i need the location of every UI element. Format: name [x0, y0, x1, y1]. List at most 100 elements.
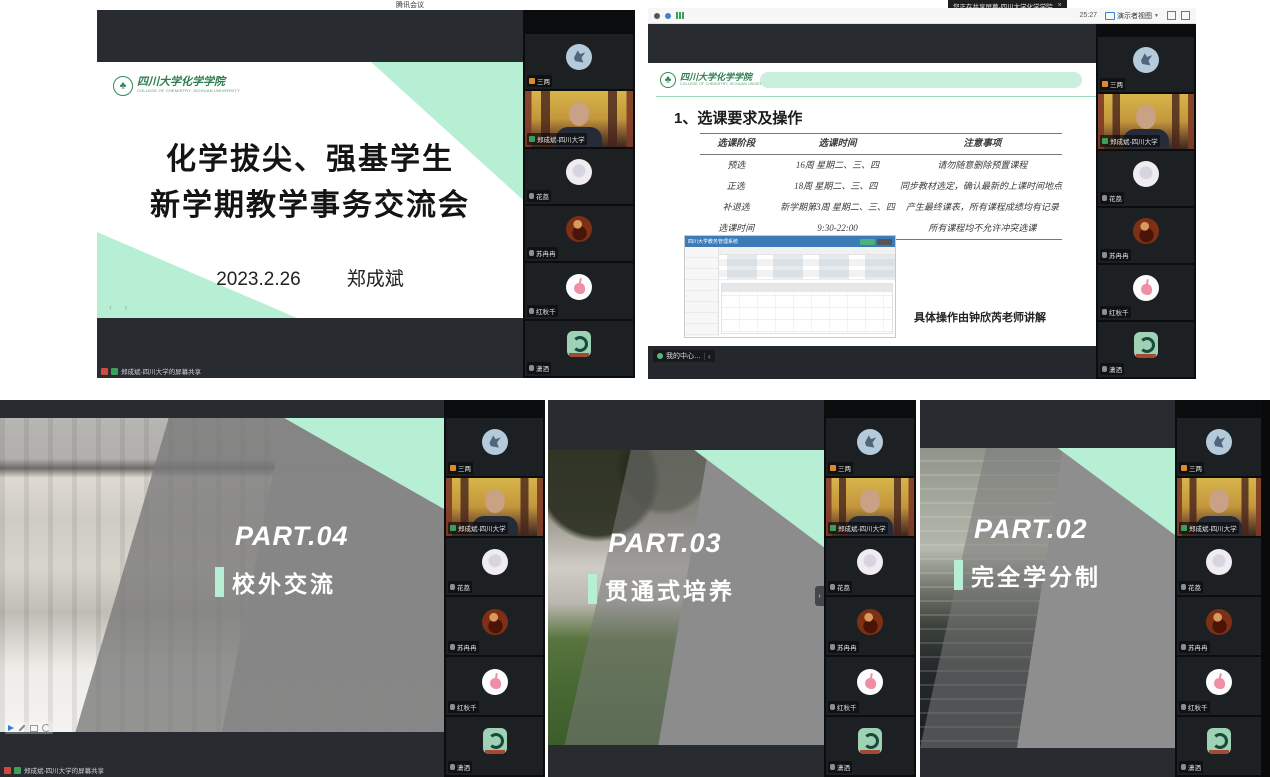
participant-name-tag: 郑成斌-四川大学: [448, 522, 508, 534]
part02-slide: PART.02 完全学分制: [920, 448, 1175, 748]
participant-name-tag: 潇洒: [1100, 363, 1124, 375]
chevron-down-icon: ▼: [1154, 13, 1159, 19]
participant-avatar: [566, 159, 592, 185]
participant-name-tag: 三两: [828, 462, 853, 474]
meeting-center-pill[interactable]: 我的中心… ‹: [653, 350, 715, 362]
participant-tile[interactable]: 郑成斌-四川大学: [446, 478, 543, 536]
participant-name-tag: 花荔: [1179, 581, 1203, 593]
participant-name: 红秋千: [1188, 702, 1208, 712]
slide-title-line1: 化学拔尖、强基学生: [97, 134, 523, 178]
college-name-cn: 四川大学化学学院: [137, 76, 240, 88]
system-dark-button: [877, 239, 892, 245]
participant-tile[interactable]: 花荔: [446, 538, 543, 596]
participant-tile[interactable]: 苏冉冉: [1098, 208, 1194, 263]
participant-tile[interactable]: 潇洒: [826, 717, 914, 775]
system-data-table: [721, 283, 893, 334]
mic-status-icon: [450, 525, 456, 531]
participant-avatar: [566, 274, 592, 300]
pill-divider: [704, 353, 705, 360]
participant-tile[interactable]: 红秋千: [446, 657, 543, 715]
college-emblem-icon: [660, 72, 676, 88]
participant-tile[interactable]: 三两: [525, 34, 633, 89]
participant-tile[interactable]: 红秋千: [1098, 265, 1194, 320]
fullscreen-button[interactable]: [1167, 11, 1176, 20]
participant-tile[interactable]: 苏冉冉: [446, 597, 543, 655]
participant-tile[interactable]: 苏冉冉: [826, 597, 914, 655]
cell-note: 产生最终课表，所有课程成绩均有记录: [903, 197, 1062, 218]
participant-name-tag: 红秋千: [527, 305, 558, 317]
participant-tile[interactable]: 红秋千: [1177, 657, 1261, 715]
record-icon: [101, 368, 108, 375]
participant-name: 郑成斌-四川大学: [1189, 523, 1237, 533]
shape-tool-icon[interactable]: [30, 725, 38, 732]
participant-tile[interactable]: 郑成斌-四川大学: [525, 91, 633, 146]
participant-name-tag: 花荔: [1100, 192, 1124, 204]
mic-status-icon: [450, 644, 455, 650]
chevron-left-icon[interactable]: ‹: [708, 352, 711, 361]
cell-stage: 补退选: [700, 197, 772, 218]
col-header-time: 选课时间: [772, 134, 902, 154]
participant-tile[interactable]: 三两: [1177, 418, 1261, 476]
shield-dot-icon[interactable]: [665, 13, 671, 19]
meeting-panel-part03: PART.03 贯通式培养 › 三两: [548, 400, 916, 777]
window-button[interactable]: [1181, 11, 1190, 20]
undo-tool-icon[interactable]: [42, 724, 50, 732]
page-nav-arrows-icon[interactable]: ‹ ›: [109, 302, 133, 312]
participant-tile[interactable]: 潇洒: [1098, 322, 1194, 377]
participant-tile[interactable]: 红秋千: [525, 263, 633, 318]
mic-status-icon: [529, 365, 534, 371]
participant-tile[interactable]: 郑成斌-四川大学: [826, 478, 914, 536]
participant-tile[interactable]: 三两: [826, 418, 914, 476]
participant-sidebar: 三两 郑成斌-四川大学 花荔 苏冉冉: [824, 400, 916, 777]
meeting-timer: 25:27: [1080, 12, 1098, 19]
participant-avatar: [482, 609, 508, 635]
mic-status-icon: [529, 193, 534, 199]
course-table-header: 选课阶段 选课时间 注意事项: [700, 133, 1062, 155]
annotation-toolbar[interactable]: [5, 722, 53, 734]
participant-sidebar: 三两 郑成斌-四川大学 花荔 苏冉冉: [444, 400, 545, 777]
participant-name: 郑成斌-四川大学: [458, 523, 506, 533]
system-screenshot: 四川大学教务管理系统: [684, 235, 896, 338]
participant-tile[interactable]: 花荔: [1098, 151, 1194, 206]
college-name-en: COLLEGE OF CHEMISTRY, SICHUAN UNIVERSITY: [680, 82, 771, 86]
cursor-tool-icon[interactable]: [8, 725, 14, 731]
participant-tile[interactable]: 郑成斌-四川大学: [1177, 478, 1261, 536]
participant-name-tag: 郑成斌-四川大学: [1100, 135, 1160, 147]
participant-tile[interactable]: 郑成斌-四川大学: [1098, 94, 1194, 149]
part-number: PART.03: [608, 528, 735, 559]
participant-avatar: [857, 669, 883, 695]
presenter-view-button[interactable]: 演示者视图 ▼: [1102, 10, 1162, 22]
record-dot-icon[interactable]: [654, 13, 660, 19]
participant-avatar: [566, 216, 592, 242]
presenter-view-label: 演示者视图: [1117, 11, 1152, 21]
col-header-note: 注意事项: [903, 134, 1062, 154]
part-text-block: PART.03 贯通式培养: [588, 528, 735, 606]
participant-avatar: [1206, 549, 1232, 575]
participant-tile[interactable]: 潇洒: [1177, 717, 1261, 775]
participant-name: 三两: [1110, 79, 1123, 89]
participant-tile[interactable]: 红秋千: [826, 657, 914, 715]
participant-tile[interactable]: 三两: [1098, 37, 1194, 92]
participant-avatar: [858, 728, 882, 754]
share-status-bar: 郑成斌-四川大学的屏幕共享: [4, 765, 104, 775]
sidebar-collapse-handle[interactable]: ›: [815, 586, 824, 606]
participant-tile[interactable]: 苏冉冉: [1177, 597, 1261, 655]
participant-tile[interactable]: 花荔: [1177, 538, 1261, 596]
participant-tile[interactable]: 潇洒: [525, 321, 633, 376]
participant-name: 三两: [838, 463, 851, 473]
share-status-bar: 郑成斌-四川大学的屏幕共享: [101, 366, 201, 376]
participant-tile[interactable]: 潇洒: [446, 717, 543, 775]
participant-name-tag: 苏冉冉: [1179, 641, 1210, 653]
mic-status-icon: [830, 704, 835, 710]
participant-sidebar: 三两 郑成斌-四川大学 花荔: [1096, 24, 1196, 379]
participant-tile[interactable]: 三两: [446, 418, 543, 476]
participant-tile[interactable]: 苏冉冉: [525, 206, 633, 261]
system-sidebar-menu: [685, 247, 719, 336]
participant-name-tag: 三两: [527, 75, 552, 87]
participant-tile[interactable]: 花荔: [525, 149, 633, 204]
mic-status-icon: [830, 764, 835, 770]
participant-tile[interactable]: 花荔: [826, 538, 914, 596]
mic-status-icon: [1181, 465, 1187, 471]
pen-tool-icon[interactable]: [18, 724, 25, 731]
header-rule: [656, 96, 1096, 97]
